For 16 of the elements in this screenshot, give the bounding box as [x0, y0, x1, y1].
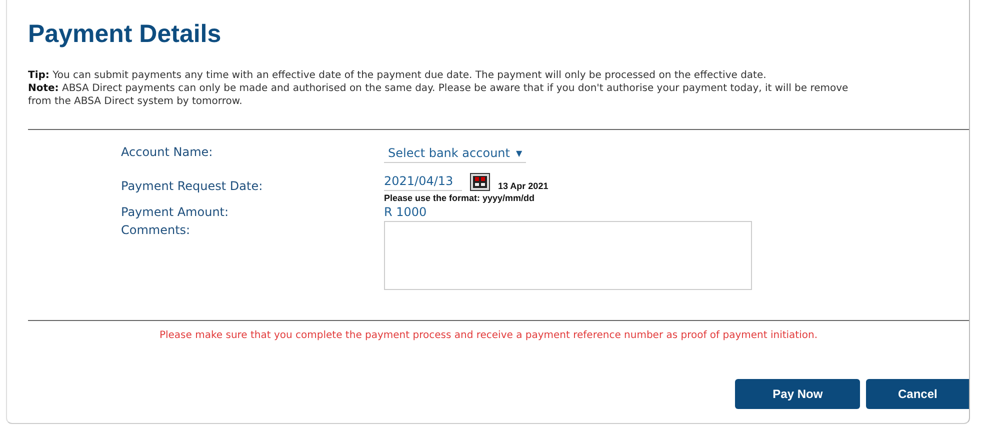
field-label: Account Name:: [121, 144, 214, 161]
field-label: Payment Amount:: [121, 204, 230, 219]
warning-text: Please make sure that you complete the payment process and receive a payment reference number as proof of payment initiation.: [158, 330, 819, 341]
cancel-button[interactable]: Cancel: [866, 379, 969, 409]
date-display: 13 Apr 2021: [498, 181, 548, 191]
field-label: Payment Request Date:: [121, 178, 264, 195]
tip-text: Tip: You can submit payments any time with an effective date of the payment due date. The payment will only be processed on the effective date.: [28, 69, 768, 82]
format-hint: Please use the format: yyyy/mm/dd: [384, 193, 536, 203]
amount-value: R 1000: [384, 204, 428, 219]
field-label: Comments:: [121, 222, 192, 237]
note-text: from the ABSA Direct system by tomorrow.: [28, 95, 244, 108]
account-select[interactable]: Select bank account ▼: [384, 146, 526, 163]
page-title: Payment Details: [28, 20, 222, 49]
date-field[interactable]: 2021/04/13: [384, 174, 462, 191]
note-text: Note: ABSA Direct payments can only be made and authorised on the same day. Please be aware that if you don't authorise your payment today, it will be remove: [28, 82, 850, 95]
pay-button[interactable]: Pay Now: [735, 379, 860, 409]
